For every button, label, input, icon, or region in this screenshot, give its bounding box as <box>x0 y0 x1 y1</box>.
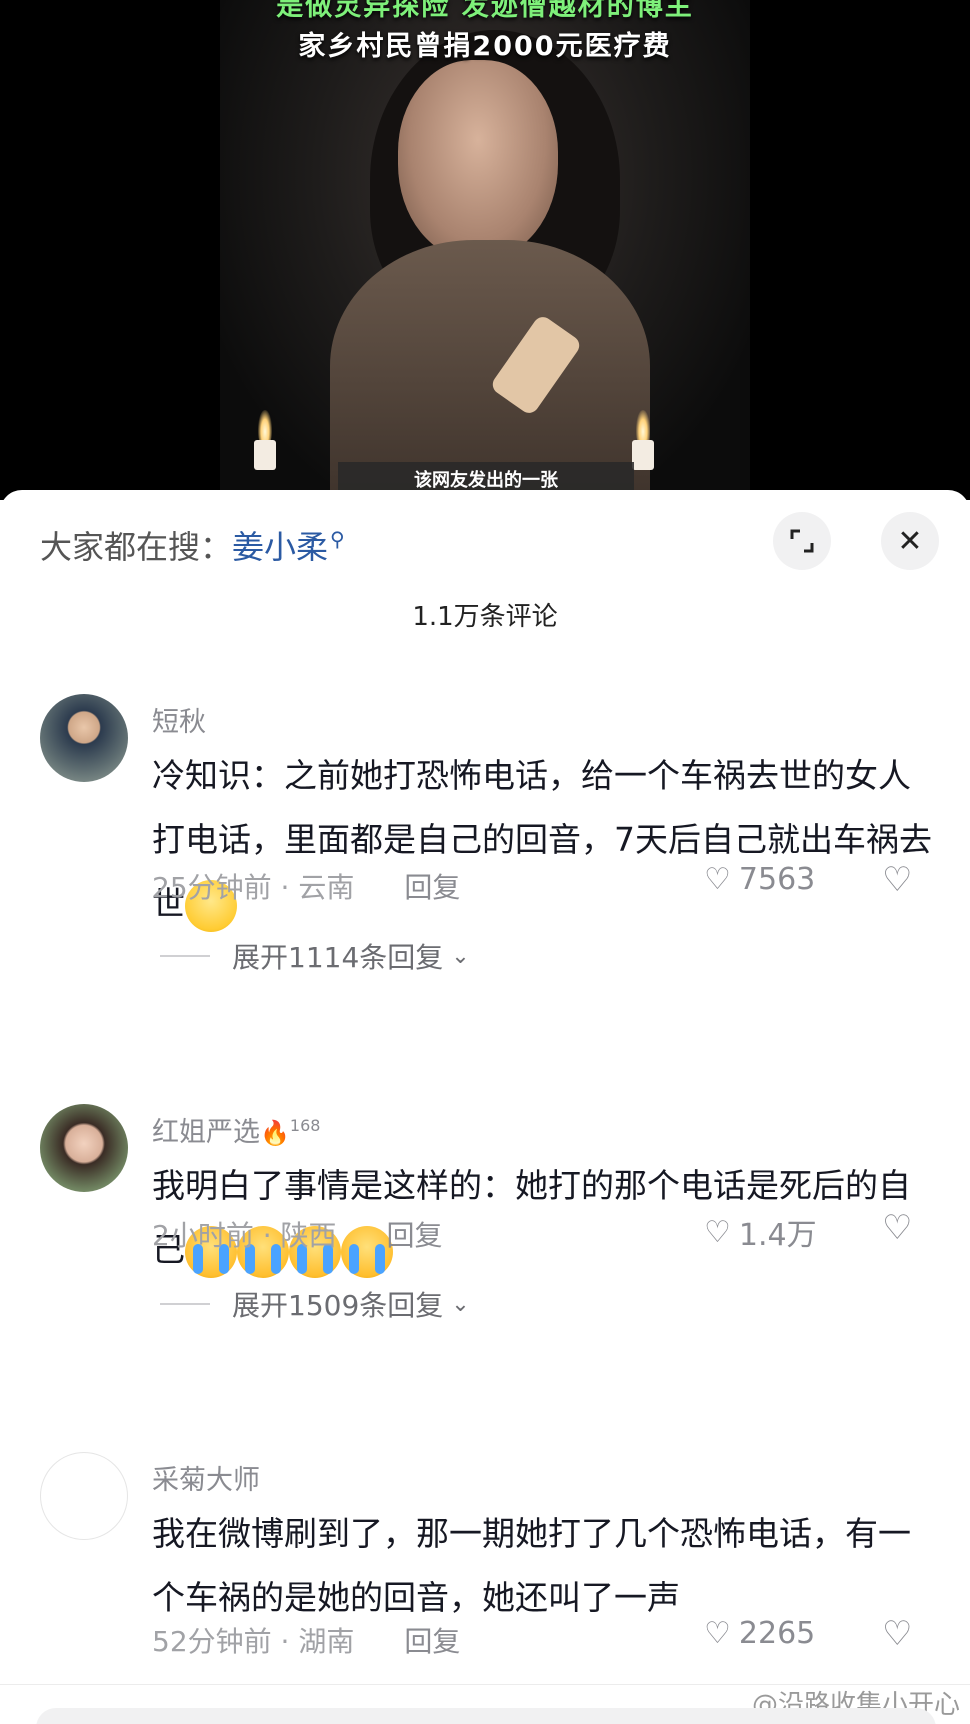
comment-username[interactable]: 采菊大师 <box>152 1458 260 1497</box>
video-person-face <box>398 60 558 260</box>
like-count: 2265 <box>738 1616 816 1651</box>
comment-username[interactable]: 红姐严选🔥168 <box>152 1110 320 1149</box>
avatar[interactable] <box>40 694 128 782</box>
broken-heart-icon: ♡ <box>882 1208 913 1248</box>
expand-replies-button[interactable]: 展开1509条回复 ⌄ <box>160 1284 470 1324</box>
video-frame <box>220 0 750 500</box>
video-title-line2: 家乡村民曾捐2000元医疗费 <box>298 31 672 62</box>
like-button[interactable]: ♡ 7563 <box>704 862 815 897</box>
comment-panel: 大家都在搜：姜小柔 ⚲ ✕ 1.1万条评论 短秋 冷知识：之前她打恐怖电话，给一个… <box>0 490 970 1724</box>
chevron-down-icon: ⌄ <box>451 943 470 969</box>
comment-text: 冷知识：之前她打恐怖电话，给一个车祸去世的女人打电话，里面都是自己的回音，7天后… <box>152 744 932 936</box>
close-button[interactable]: ✕ <box>881 512 939 570</box>
video-player[interactable]: 是做灵异探险 发迹僧越材的博主 家乡村民曾捐2000元医疗费 该网友发出的一张 <box>0 0 970 500</box>
close-icon: ✕ <box>897 523 923 559</box>
candle-left <box>254 440 276 470</box>
expand-replies-divider <box>160 1303 210 1305</box>
avatar[interactable] <box>40 1452 128 1540</box>
fire-badge-icon: 🔥 <box>260 1119 290 1147</box>
expand-button[interactable] <box>773 512 831 570</box>
expand-replies-divider <box>160 955 210 957</box>
comment-text: 我在微博刷到了，那一期她打了几个恐怖电话，有一个车祸的是她的回音，她还叫了一声 <box>152 1514 911 1617</box>
video-person-body <box>330 240 650 500</box>
avatar[interactable] <box>40 1104 128 1192</box>
search-suggestion-prefix: 大家都在搜： <box>40 528 233 566</box>
reply-button[interactable]: 回复 <box>404 871 460 904</box>
comment-time-location: 25分钟前 · 云南 <box>152 871 355 904</box>
expand-replies-button[interactable]: 展开1114条回复 ⌄ <box>160 936 470 976</box>
expand-replies-label: 展开1509条回复 <box>232 1289 444 1322</box>
search-suggestion[interactable]: 大家都在搜：姜小柔 ⚲ <box>40 522 345 568</box>
comment-username-text: 红姐严选 <box>152 1117 260 1148</box>
heart-icon: ♡ <box>704 862 731 897</box>
comment-username[interactable]: 短秋 <box>152 700 206 739</box>
comment-input[interactable] <box>36 1708 936 1724</box>
reply-button[interactable]: 回复 <box>387 1219 443 1252</box>
like-count: 7563 <box>738 862 816 897</box>
chevron-down-icon: ⌄ <box>451 1291 470 1317</box>
expand-icon <box>790 529 814 553</box>
like-button[interactable]: ♡ 2265 <box>704 1616 815 1651</box>
broken-heart-icon: ♡ <box>882 1614 913 1654</box>
video-title-line1: 是做灵异探险 发迹僧越材的博主 <box>276 0 694 22</box>
search-suggestion-keyword[interactable]: 姜小柔 <box>232 528 328 566</box>
like-button[interactable]: ♡ 1.4万 <box>704 1210 817 1254</box>
expand-replies-label: 展开1114条回复 <box>232 941 444 974</box>
dislike-button[interactable]: ♡ <box>882 860 912 900</box>
search-icon: ⚲ <box>330 527 345 552</box>
comment-time-location: 2小时前 · 陕西 <box>152 1219 337 1252</box>
heart-icon: ♡ <box>704 1616 731 1651</box>
comment-count-title: 1.1万条评论 <box>412 602 558 632</box>
heart-icon: ♡ <box>704 1214 731 1250</box>
candle-right <box>632 440 654 470</box>
user-level: 168 <box>289 1116 321 1135</box>
comment-time-location: 52分钟前 · 湖南 <box>152 1625 355 1658</box>
dislike-button[interactable]: ♡ <box>882 1614 912 1654</box>
reply-button[interactable]: 回复 <box>404 1625 460 1658</box>
dislike-button[interactable]: ♡ <box>882 1208 912 1248</box>
like-count: 1.4万 <box>738 1218 817 1253</box>
broken-heart-icon: ♡ <box>882 860 913 900</box>
